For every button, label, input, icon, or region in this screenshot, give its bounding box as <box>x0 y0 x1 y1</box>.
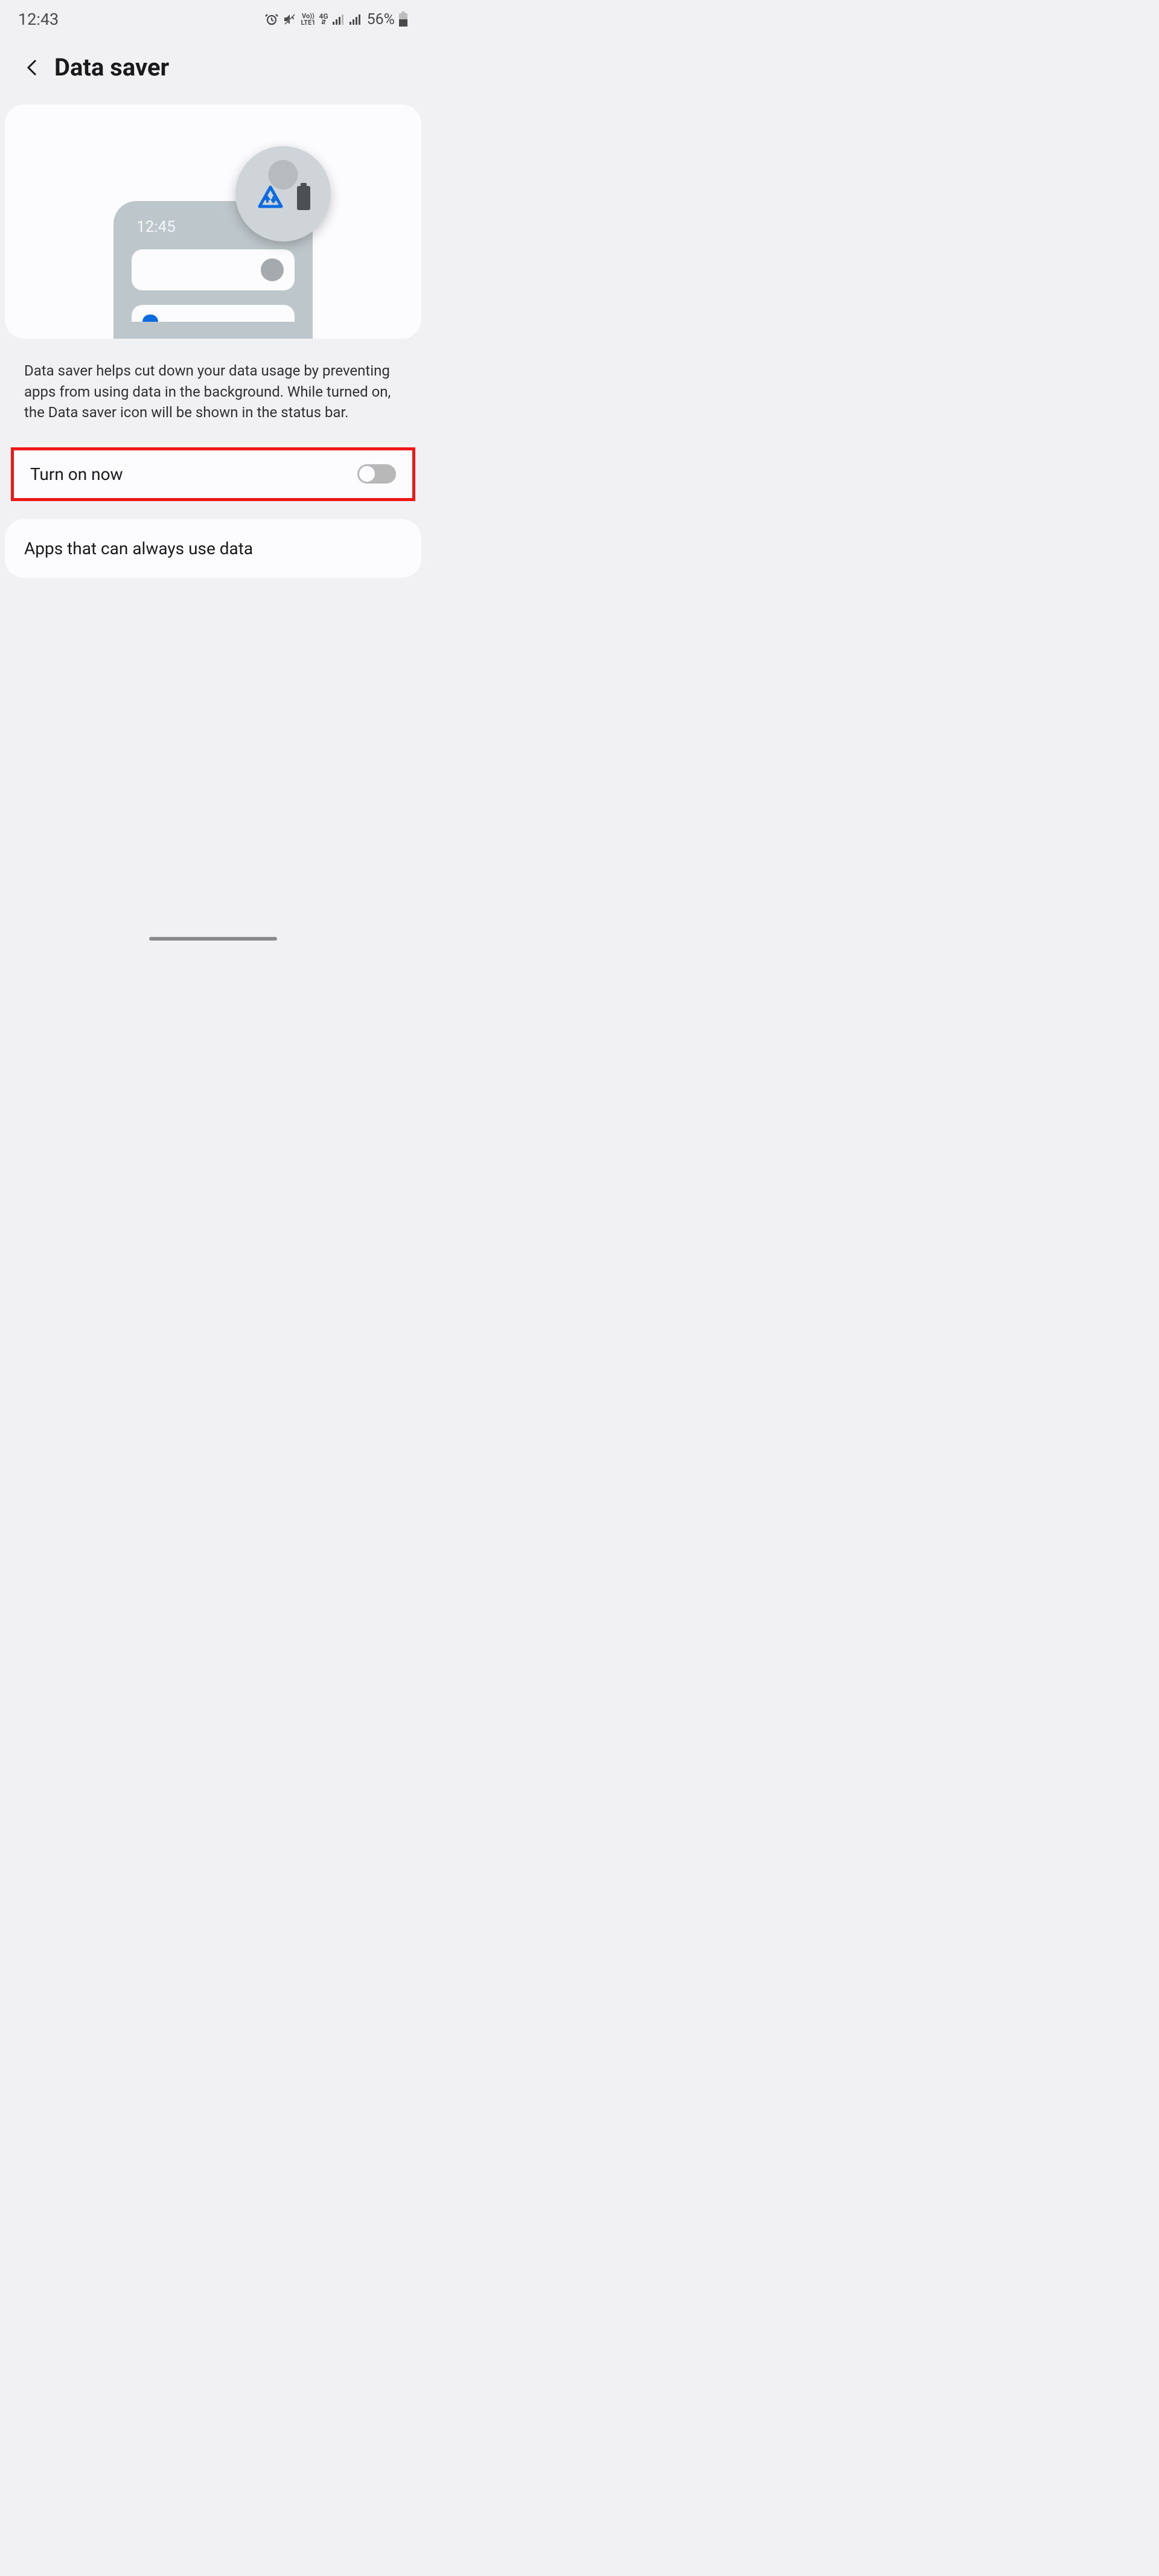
phone-mockup-blue-dot <box>142 315 158 322</box>
battery-percent: 56% <box>367 11 395 28</box>
phone-mockup-toggle-knob <box>261 258 284 281</box>
alarm-icon <box>264 12 279 27</box>
apps-always-use-data-row[interactable]: Apps that can always use data <box>5 519 421 578</box>
status-icons-group: Vo)) LTE1 4G ⇵ 56% <box>264 11 408 28</box>
signal-bars-2-icon <box>349 13 362 26</box>
navigation-handle[interactable] <box>149 937 277 941</box>
data-saver-icon <box>256 184 285 213</box>
battery-icon <box>398 11 408 27</box>
page-title: Data saver <box>54 53 169 81</box>
signal-bars-1-icon <box>332 13 345 26</box>
phone-mockup-row <box>132 249 295 290</box>
turn-on-now-switch[interactable] <box>357 464 396 484</box>
page-header: Data saver <box>0 36 426 100</box>
illustration-card: 12:45 <box>5 104 421 339</box>
apps-always-use-data-label: Apps that can always use data <box>24 539 402 558</box>
status-time: 12:43 <box>18 10 59 29</box>
switch-knob <box>359 466 375 482</box>
turn-on-now-label: Turn on now <box>30 464 123 484</box>
magnifier-circle <box>235 146 331 241</box>
network-label: Vo)) LTE1 <box>301 13 315 26</box>
phone-mockup-row2 <box>132 305 295 322</box>
mute-icon <box>283 12 297 27</box>
status-bar: 12:43 Vo)) LTE1 4G ⇵ <box>0 0 426 36</box>
back-icon[interactable] <box>25 58 40 77</box>
magnifier-battery-icon <box>297 186 310 210</box>
net-gen-label: 4G ⇵ <box>319 13 328 26</box>
description-text: Data saver helps cut down your data usag… <box>0 339 426 441</box>
turn-on-now-row[interactable]: Turn on now <box>11 447 415 501</box>
